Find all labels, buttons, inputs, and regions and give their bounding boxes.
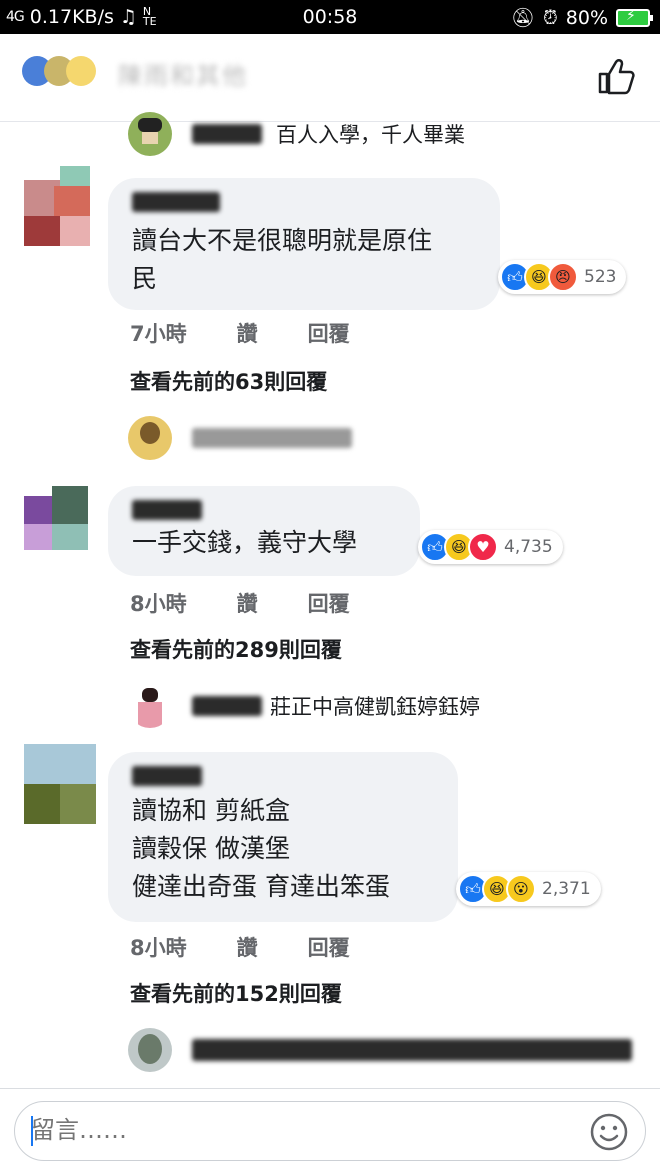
comment-bubble[interactable]: 讀協和 剪紙盒 讀穀保 做漢堡 健達出奇蛋 育達出笨蛋 <box>108 752 458 922</box>
comment-actions: 7小時 讚 回覆 <box>130 318 400 348</box>
avatar[interactable] <box>128 684 172 728</box>
emoji-icon[interactable] <box>589 1112 629 1152</box>
mute-icon: 🔕︎ <box>510 7 535 29</box>
author-name[interactable] <box>132 766 202 786</box>
reply-preview[interactable] <box>128 1028 632 1072</box>
reaction-count: 523 <box>584 267 617 287</box>
reply-preview[interactable]: 莊正中高健凱鈺婷鈺婷 <box>128 684 480 728</box>
author-name[interactable] <box>132 192 220 212</box>
view-previous-replies[interactable]: 查看先前的63則回覆 <box>130 366 327 396</box>
author-name[interactable] <box>132 500 202 520</box>
comment-box[interactable] <box>14 1101 646 1161</box>
like-link[interactable]: 讚 <box>237 932 258 962</box>
reaction-count: 4,735 <box>504 537 553 557</box>
reply-link[interactable]: 回覆 <box>308 932 350 962</box>
author-name[interactable] <box>192 124 262 144</box>
reply-text: 百人入學，千人畢業 <box>276 123 465 147</box>
status-bar: 4G 0.17KB/s ♫ N TE 00:58 🔕︎ ⏰︎ 80% ⚡︎ <box>0 0 660 34</box>
avatar[interactable] <box>24 166 96 246</box>
comment-time: 8小時 <box>130 936 187 960</box>
view-previous-replies[interactable]: 查看先前的289則回覆 <box>130 634 342 664</box>
battery-percent: 80% <box>565 6 608 29</box>
comment-time: 7小時 <box>130 322 187 346</box>
thumbs-up-icon[interactable] <box>596 56 636 96</box>
comment-text: 讀台大不是很聰明就是原住 民 <box>132 226 433 293</box>
comment-time: 8小時 <box>130 592 187 616</box>
avatar[interactable] <box>128 1028 172 1072</box>
comment-actions: 8小時 讚 回覆 <box>130 932 400 962</box>
reactor-avatars <box>22 56 96 86</box>
alarm-icon: ⏰︎ <box>542 6 558 29</box>
avatar[interactable] <box>128 416 172 460</box>
angry-reaction-icon: 😠︎ <box>548 262 578 292</box>
wow-reaction-icon: 😮︎ <box>506 874 536 904</box>
reply-preview[interactable]: 百人入學，千人畢業 <box>128 112 465 156</box>
avatar[interactable] <box>24 744 96 824</box>
reactor-avatar <box>66 56 96 86</box>
avatar[interactable] <box>128 112 172 156</box>
view-previous-replies[interactable]: 查看先前的152則回覆 <box>130 978 342 1008</box>
comment-bubble[interactable]: 讀台大不是很聰明就是原住 民 <box>108 178 500 310</box>
comment-actions: 8小時 讚 回覆 <box>130 588 400 618</box>
reply-link[interactable]: 回覆 <box>308 318 350 348</box>
reply-link[interactable]: 回覆 <box>308 588 350 618</box>
comment-input[interactable] <box>31 1116 551 1144</box>
comment-text: 讀協和 剪紙盒 讀穀保 做漢堡 健達出奇蛋 育達出笨蛋 <box>132 796 390 901</box>
comment-composer <box>0 1088 660 1173</box>
reactions-header[interactable]: 陳雨和其他 <box>0 34 660 122</box>
author-name[interactable] <box>192 696 262 716</box>
reaction-summary[interactable]: 👍︎ 😆︎ ♥ 4,735 <box>418 530 563 564</box>
like-link[interactable]: 讚 <box>237 318 258 348</box>
reply-text: 莊正中高健凱鈺婷鈺婷 <box>270 695 480 719</box>
reaction-summary[interactable]: 👍︎ 😆︎ 😠︎ 523 <box>498 260 627 294</box>
reply-preview[interactable] <box>128 416 352 460</box>
comment-bubble[interactable]: 一手交錢，義守大學 <box>108 486 420 576</box>
battery-icon: ⚡︎ <box>616 8 653 27</box>
avatar[interactable] <box>24 486 96 550</box>
author-name[interactable] <box>192 428 352 448</box>
text-caret <box>31 1116 33 1146</box>
comment-text: 一手交錢，義守大學 <box>132 528 358 557</box>
love-reaction-icon: ♥ <box>468 532 498 562</box>
author-name[interactable] <box>192 1039 632 1061</box>
like-link[interactable]: 讚 <box>237 588 258 618</box>
reactors-title: 陳雨和其他 <box>118 62 248 90</box>
reaction-count: 2,371 <box>542 879 591 899</box>
reaction-summary[interactable]: 👍︎ 😆︎ 😮︎ 2,371 <box>456 872 601 906</box>
